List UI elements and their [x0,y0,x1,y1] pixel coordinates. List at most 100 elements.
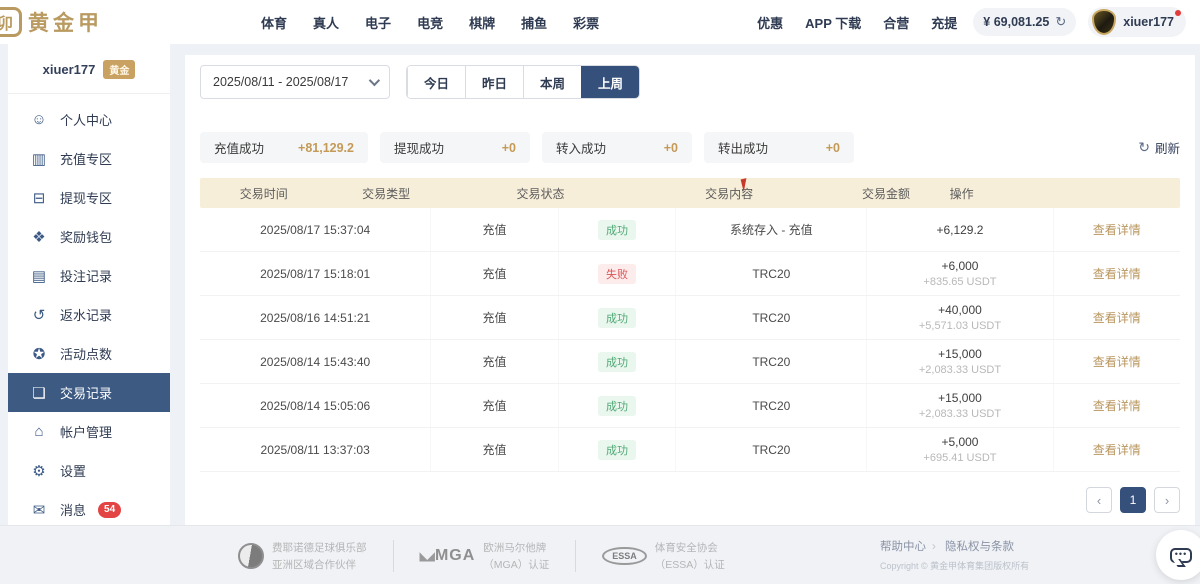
page: 卯 黄金甲 体育 真人 电子 电竞 棋牌 捕鱼 彩票 优惠 APP 下载 合营 充提 ¥ 69,0… [0,0,1200,584]
sidebar-item-label: 投注记录 [60,266,112,285]
date-range-select[interactable]: 2025/08/11 - 2025/08/17 [200,65,390,99]
summary-label: 转出成功 [718,138,768,157]
sidebar-item-icon: ▥ [30,150,48,168]
cell-time: 2025/08/16 14:51:21 [200,296,430,339]
balance-amount: ¥ 69,081.25 [983,15,1049,29]
sidebar-item-label: 交易记录 [60,383,112,402]
certification-logo-icon: ESSA [602,547,647,565]
view-details-link[interactable]: 查看详情 [1093,221,1141,238]
view-details-link[interactable]: 查看详情 [1093,397,1141,414]
sidebar-item[interactable]: ✉ 消息 54 [8,490,170,529]
nav-item[interactable]: 体育 [261,13,287,32]
sidebar-item-icon: ✪ [30,345,48,363]
prev-page-button[interactable]: ‹ [1086,487,1112,513]
copyright: Copyright © 黄金甲体育集团版权所有 [880,559,1029,572]
cell-content: TRC20 [675,252,866,295]
cell-type: 充值 [430,428,557,471]
cell-content: TRC20 [675,428,866,471]
cell-amount: +6,000 +835.65 USDT [866,252,1052,295]
nav-item[interactable]: 真人 [313,13,339,32]
certification-line1: 费耶诺德足球俱乐部 [272,540,367,555]
footer-link[interactable]: 帮助中心 [880,538,926,554]
quick-link[interactable]: 合营 [883,13,909,32]
sidebar-item[interactable]: ▥ 充值专区 [8,139,170,178]
certification-item: ◣◢ MGA 欧洲马尔他牌 （MGA）认证 [393,540,576,572]
cell-amount: +40,000 +5,571.03 USDT [866,296,1052,339]
sidebar-item[interactable]: ✪ 活动点数 [8,334,170,373]
sidebar-item-label: 提现专区 [60,188,112,207]
sidebar-item[interactable]: ❏ 交易记录 [8,373,170,412]
table-row: 2025/08/14 15:43:40 充值 成功 TRC20 +15,000 … [200,340,1180,384]
logo-text: 黄金甲 [28,7,103,37]
certification-line1: 体育安全协会 [655,540,725,555]
cell-content: TRC20 [675,296,866,339]
sidebar-item-label: 帐户管理 [60,422,112,441]
table-row: 2025/08/14 15:05:06 充值 成功 TRC20 +15,000 … [200,384,1180,428]
nav-item[interactable]: 彩票 [573,13,599,32]
user-menu[interactable]: xiuer177 [1088,7,1186,37]
period-tab[interactable]: 本周 [523,66,581,98]
quick-links: 优惠 APP 下载 合营 充提 [757,13,957,32]
cell-amount: +6,129.2 [866,208,1052,251]
filter-row: 2025/08/11 - 2025/08/17 今日昨日本周上周 [200,65,1180,99]
sidebar-item-icon: ▤ [30,267,48,285]
column-header: 交易时间 [200,185,327,202]
refresh-button[interactable]: ↻ 刷新 [1138,138,1180,157]
cell-action: 查看详情 [1053,340,1180,383]
sidebar-item[interactable]: ↺ 返水记录 [8,295,170,334]
nav-item[interactable]: 捕鱼 [521,13,547,32]
period-tab[interactable]: 昨日 [465,66,523,98]
main-nav: 体育 真人 电子 电竞 棋牌 捕鱼 彩票 [261,13,599,32]
cell-amount: +15,000 +2,083.33 USDT [866,384,1052,427]
certification-line2: （ESSA）认证 [655,557,725,572]
cell-time: 2025/08/11 13:37:03 [200,428,430,471]
view-details-link[interactable]: 查看详情 [1093,265,1141,282]
table-row: 2025/08/17 15:37:04 充值 成功 系统存入 - 充值 +6,1… [200,208,1180,252]
cell-action: 查看详情 [1053,296,1180,339]
balance-pill[interactable]: ¥ 69,081.25 ↻ [973,8,1076,36]
column-header: 交易状态 [445,185,636,202]
quick-link[interactable]: 充提 [931,13,957,32]
sidebar-item-icon: ☺ [30,111,48,128]
period-tab[interactable]: 今日 [407,66,465,98]
sidebar-item[interactable]: ☺ 个人中心 [8,100,170,139]
period-tab[interactable]: 上周 [581,66,639,98]
cell-time: 2025/08/14 15:43:40 [200,340,430,383]
summary-pills: 充值成功 +81,129.2 提现成功 +0 转入成功 +0 转出成功 [200,132,854,163]
quick-link[interactable]: 优惠 [757,13,783,32]
site-logo[interactable]: 卯 黄金甲 [0,7,103,37]
nav-item[interactable]: 电竞 [417,13,443,32]
status-badge: 成功 [598,352,636,372]
sidebar-item[interactable]: ❖ 奖励钱包 [8,217,170,256]
certifications: 费耶诺德足球俱乐部 亚洲区域合作伙伴 ◣◢ MGA 欧洲马尔他牌 （MGA）认证 [212,526,751,584]
sidebar-item-icon: ❖ [30,228,48,246]
summary-value: +0 [664,141,678,155]
footer-link[interactable]: 隐私权与条款 [932,538,1014,554]
cell-status: 失败 [558,252,676,295]
nav-item[interactable]: 棋牌 [469,13,495,32]
sidebar-item[interactable]: ⚙ 设置 [8,451,170,490]
summary-label: 提现成功 [394,138,444,157]
view-details-link[interactable]: 查看详情 [1093,309,1141,326]
customer-service-button[interactable]: ••• [1156,530,1200,580]
quick-link[interactable]: APP 下载 [805,13,861,32]
page-number-button[interactable]: 1 [1120,487,1146,513]
view-details-link[interactable]: 查看详情 [1093,441,1141,458]
cell-status: 成功 [558,384,676,427]
sidebar-item[interactable]: ⌂ 帐户管理 [8,412,170,451]
certification-item: ESSA 体育安全协会 （ESSA）认证 [575,540,751,572]
amount-main: +5,000 [941,435,978,449]
nav-item[interactable]: 电子 [365,13,391,32]
next-page-button[interactable]: › [1154,487,1180,513]
summary-pill: 转入成功 +0 [542,132,692,163]
cell-type: 充值 [430,296,557,339]
view-details-link[interactable]: 查看详情 [1093,353,1141,370]
sidebar-item[interactable]: ▤ 投注记录 [8,256,170,295]
sidebar-item[interactable]: ⊟ 提现专区 [8,178,170,217]
table-row: 2025/08/11 13:37:03 充值 成功 TRC20 +5,000 +… [200,428,1180,472]
column-header: 交易内容 [636,185,822,202]
certification-text: 费耶诺德足球俱乐部 亚洲区域合作伙伴 [272,540,367,572]
amount-main: +6,000 [941,259,978,273]
amount-usdt: +695.41 USDT [923,452,996,464]
balance-refresh-icon[interactable]: ↻ [1055,14,1066,30]
